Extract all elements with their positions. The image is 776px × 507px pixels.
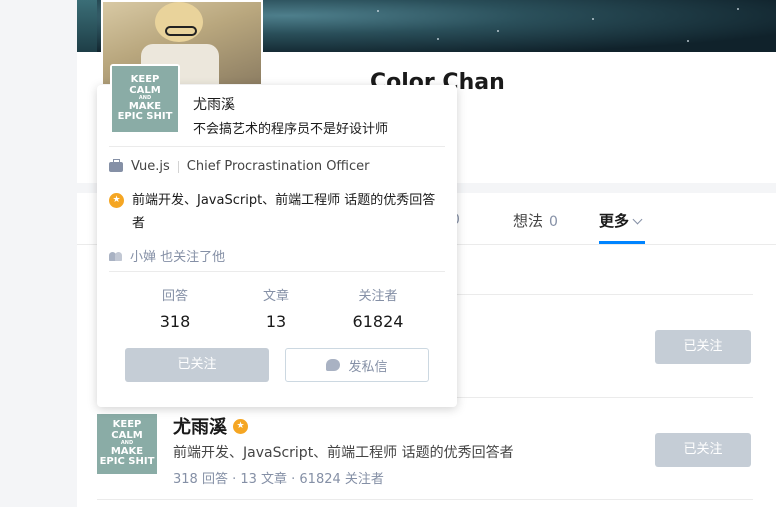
tab-ideas-label: 想法 [513,212,544,230]
popup-honor-text: 前端开发、JavaScript、前端工程师 话题的优秀回答者 [132,193,436,231]
popup-company: Vue.js [131,159,170,174]
stat-answers[interactable]: 回答 318 [125,285,225,331]
popup-mutual-followers[interactable]: 小婵 也关注了他 [109,246,225,265]
tab-ideas-count: 0 [549,214,558,230]
send-message-button[interactable]: 发私信 [285,348,429,382]
popup-followed-button[interactable]: 已关注 [125,348,269,382]
list-user-honor: 前端开发、JavaScript、前端工程师 话题的优秀回答者 [173,445,514,461]
popup-headline: 不会搞艺术的程序员不是好设计师 [193,122,389,137]
list-user-name[interactable]: 尤雨溪 ★ [173,413,248,439]
popup-employment: Vue.js Chief Procrastination Officer [109,158,370,174]
followed-button[interactable]: 已关注 [655,433,751,467]
chat-icon [326,359,341,371]
divider [109,271,445,272]
divider [109,146,445,147]
stat-followers[interactable]: 关注者 61824 [328,285,428,331]
user-hover-card: KEEP CALM AND MAKE EPIC SHIT 尤雨溪 不会搞艺术的程… [97,64,457,407]
list-user-stats: 318 回答 · 13 文章 · 61824 关注者 [173,472,384,487]
tab-more[interactable]: 更多 [599,210,643,231]
divider [177,160,179,173]
popup-position: Chief Procrastination Officer [186,159,370,174]
popup-user-name[interactable]: 尤雨溪 [193,94,235,114]
chevron-down-icon [632,214,643,225]
stat-articles[interactable]: 文章 13 [226,285,326,331]
active-tab-indicator [599,241,645,244]
tab-ideas[interactable]: 想法 0 [513,210,558,231]
star-badge-icon: ★ [233,418,248,434]
followed-button[interactable]: 已关注 [655,330,751,364]
people-icon [109,251,123,261]
star-badge-icon: ★ [109,193,124,208]
divider [97,499,753,500]
send-message-label: 发私信 [348,359,388,375]
popup-avatar[interactable]: KEEP CALM AND MAKE EPIC SHIT [110,64,180,134]
avatar[interactable]: KEEP CALM AND MAKE EPIC SHIT [97,414,157,474]
popup-honor: ★ 前端开发、JavaScript、前端工程师 话题的优秀回答者 [109,189,445,235]
briefcase-icon [109,158,123,172]
tab-more-label: 更多 [599,212,630,230]
